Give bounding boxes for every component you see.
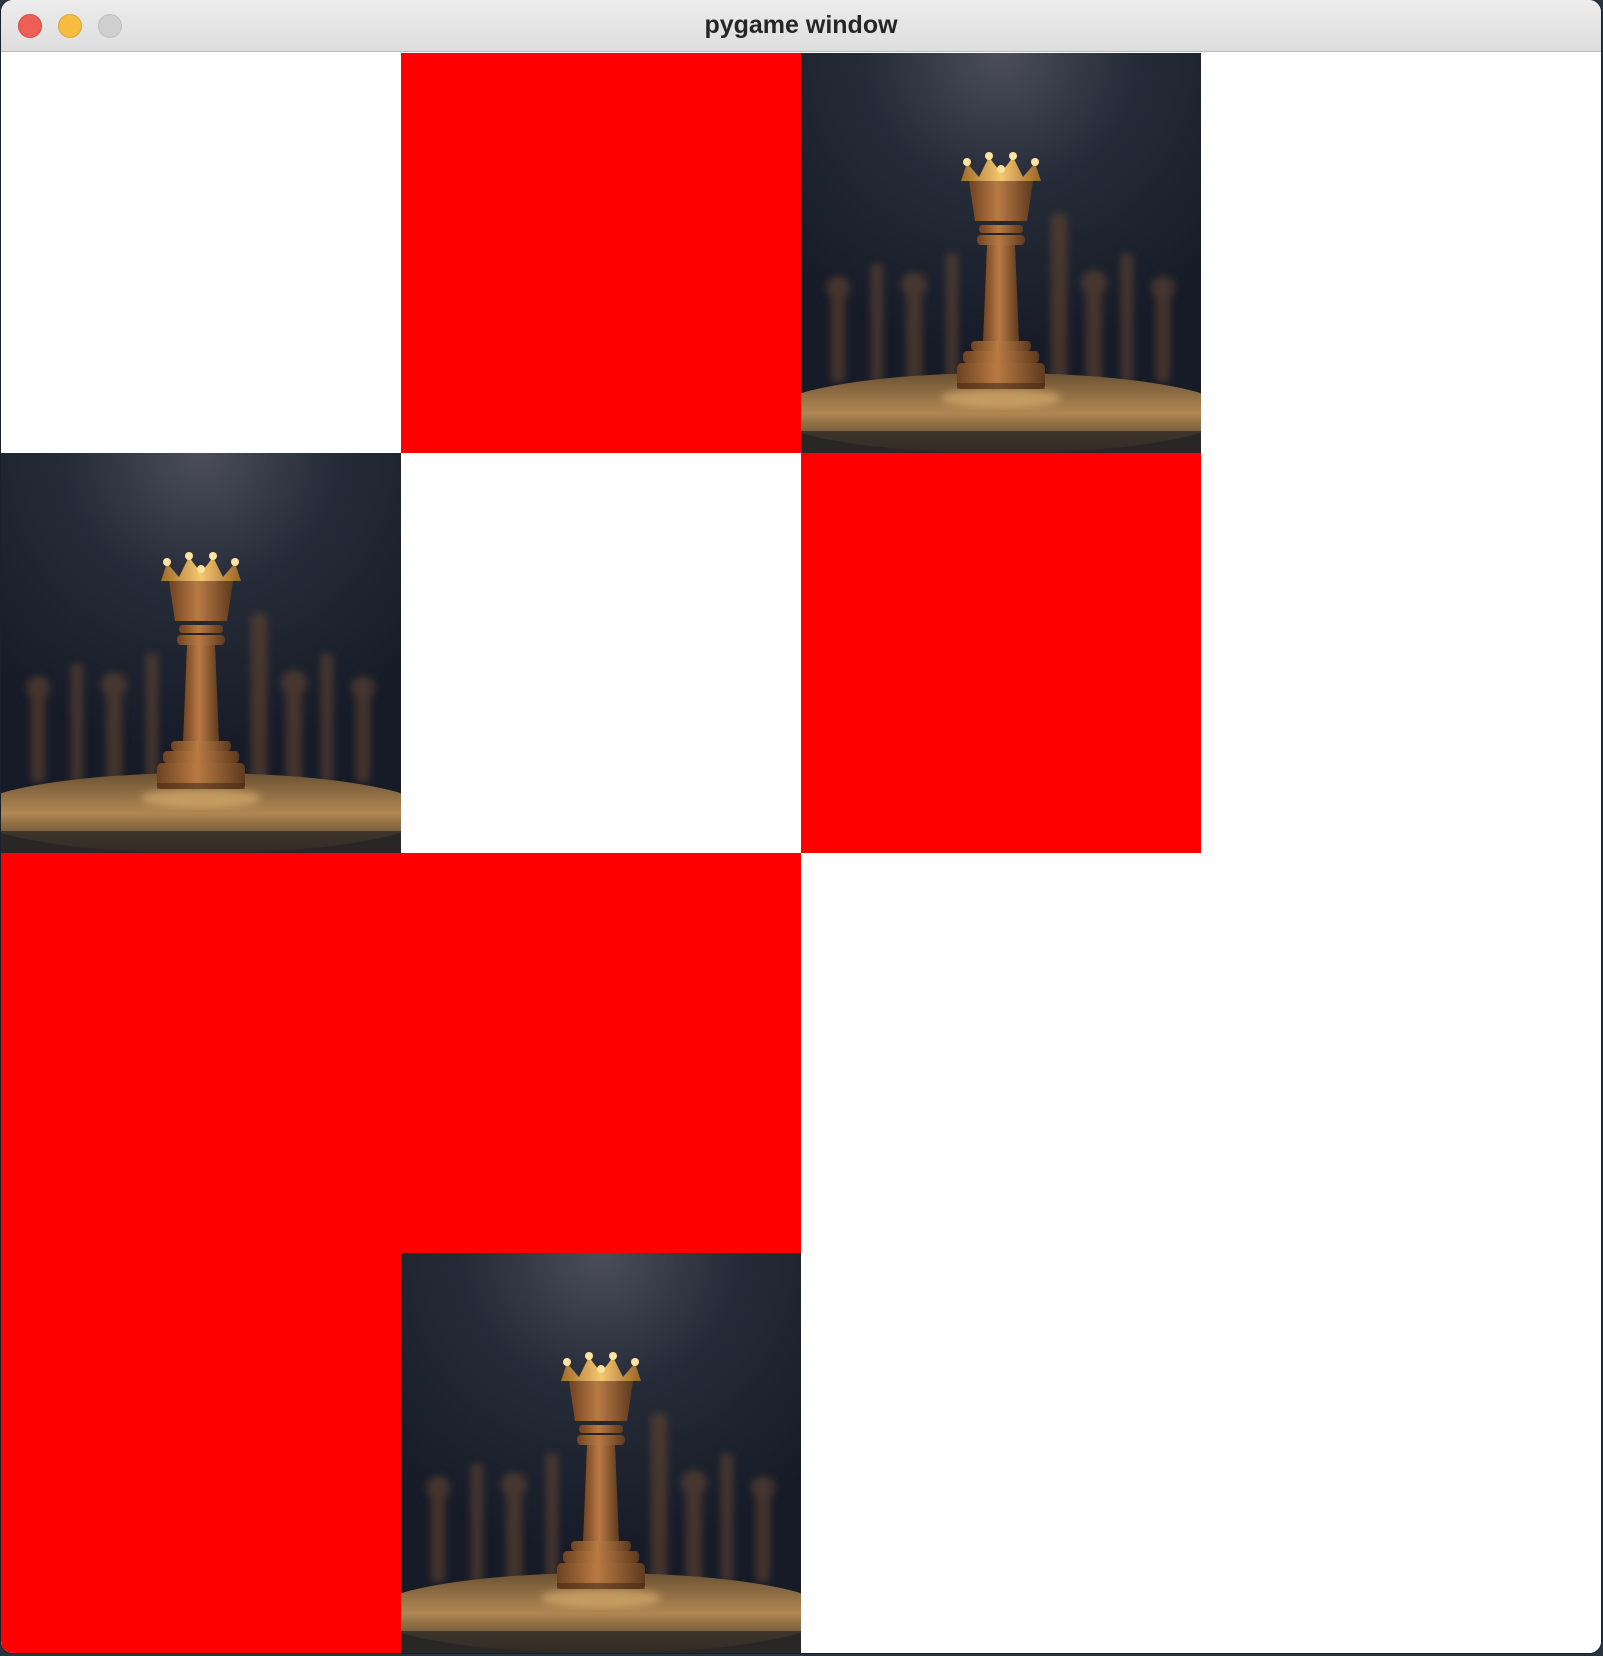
board-cell-red[interactable] <box>801 453 1201 853</box>
board-cell-red[interactable] <box>1 853 401 1253</box>
chess-queen-photo-icon <box>801 53 1201 453</box>
board-cell-white[interactable] <box>401 453 801 853</box>
board-cell-white[interactable] <box>1201 1253 1601 1653</box>
board-cell-white[interactable] <box>1 53 401 453</box>
board-cell-white[interactable] <box>801 1253 1201 1653</box>
board-cell-white[interactable] <box>801 853 1201 1253</box>
board-cell-red[interactable] <box>1 1253 401 1653</box>
board-cell-white[interactable] <box>1201 853 1601 1253</box>
board-cell-queen[interactable] <box>1 453 401 853</box>
board-cell-queen[interactable] <box>401 1253 801 1653</box>
board-cell-red[interactable] <box>401 53 801 453</box>
board-cell-queen[interactable] <box>801 53 1201 453</box>
board-cell-white[interactable] <box>1201 453 1601 853</box>
board-cell-white[interactable] <box>1201 53 1601 453</box>
title-bar[interactable]: pygame window <box>1 0 1601 52</box>
chess-queen-photo-icon <box>401 1253 801 1653</box>
game-board[interactable] <box>1 53 1601 1653</box>
window-title: pygame window <box>704 11 898 39</box>
pygame-window: pygame window <box>1 0 1601 1653</box>
board-cell-red[interactable] <box>401 853 801 1253</box>
chess-queen-photo-icon <box>1 453 401 853</box>
